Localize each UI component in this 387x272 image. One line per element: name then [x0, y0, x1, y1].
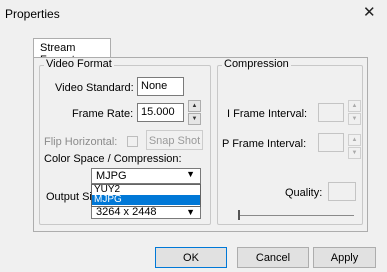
tab-stream-format[interactable]: Stream Format — [33, 38, 111, 66]
cancel-button[interactable]: Cancel — [237, 247, 309, 268]
i-frame-interval-label: I Frame Interval: — [227, 108, 308, 120]
spin-down-icon[interactable]: ▼ — [348, 147, 361, 159]
frame-rate-label: Frame Rate: — [72, 108, 134, 120]
ok-button[interactable]: OK — [155, 247, 227, 268]
frame-rate-stepper[interactable]: ▲ ▼ — [188, 100, 201, 125]
close-icon[interactable]: ✕ — [363, 5, 376, 20]
color-space-dropdown: YUY2 MJPG — [91, 184, 201, 207]
video-standard-label: Video Standard: — [55, 82, 134, 94]
i-frame-interval-input[interactable] — [318, 103, 344, 122]
video-standard-field: None — [137, 77, 184, 96]
quality-slider-thumb[interactable] — [238, 210, 240, 220]
quality-slider-track[interactable] — [238, 215, 354, 216]
output-size-value: 3264 x 2448 — [96, 206, 157, 218]
color-space-label: Color Space / Compression: — [44, 153, 182, 165]
flip-horizontal-checkbox[interactable] — [127, 136, 138, 147]
color-space-selected: MJPG — [96, 170, 127, 182]
output-size-label: Output Si — [46, 191, 92, 203]
video-format-legend: Video Format — [44, 58, 114, 70]
p-frame-interval-stepper[interactable]: ▲ ▼ — [348, 134, 361, 159]
spin-down-icon[interactable]: ▼ — [348, 113, 361, 125]
spin-up-icon[interactable]: ▲ — [188, 100, 201, 112]
spin-up-icon[interactable]: ▲ — [348, 100, 361, 112]
spin-down-icon[interactable]: ▼ — [188, 113, 201, 125]
p-frame-interval-label: P Frame Interval: — [222, 138, 307, 150]
i-frame-interval-stepper[interactable]: ▲ ▼ — [348, 100, 361, 125]
color-space-select[interactable]: MJPG ▼ — [91, 168, 201, 184]
spin-up-icon[interactable]: ▲ — [348, 134, 361, 146]
chevron-down-icon: ▼ — [186, 169, 195, 179]
output-size-select[interactable]: 3264 x 2448 ▼ — [91, 207, 201, 219]
p-frame-interval-input[interactable] — [318, 133, 344, 152]
dropdown-option-mjpg[interactable]: MJPG — [92, 195, 200, 205]
quality-label: Quality: — [285, 187, 323, 199]
window-title: Properties — [5, 7, 60, 21]
snap-shot-button[interactable]: Snap Shot — [146, 130, 203, 150]
apply-button[interactable]: Apply — [313, 247, 376, 268]
quality-input[interactable] — [328, 182, 356, 201]
compression-legend: Compression — [222, 58, 291, 70]
frame-rate-input[interactable]: 15.000 — [137, 103, 184, 122]
flip-horizontal-label: Flip Horizontal: — [44, 136, 118, 148]
chevron-down-icon: ▼ — [186, 207, 195, 217]
